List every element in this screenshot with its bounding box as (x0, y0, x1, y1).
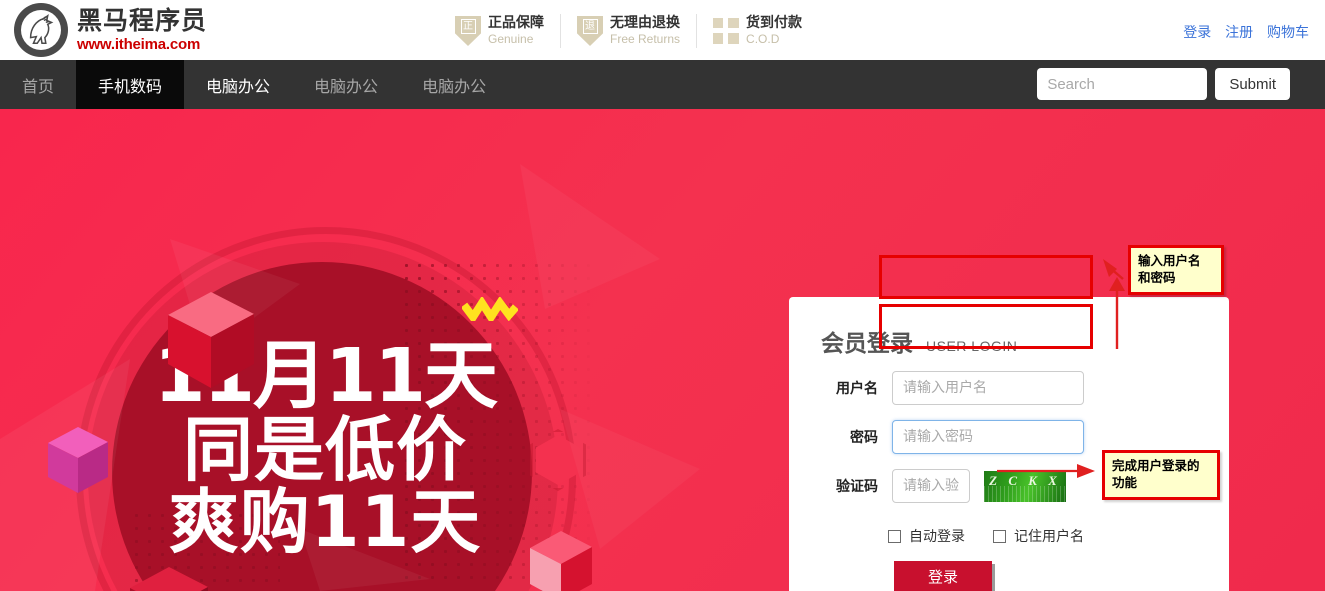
login-title-en: USER LOGIN (926, 338, 1018, 354)
remember-username-checkbox[interactable]: 记住用户名 (993, 526, 1084, 546)
nav-item-computer-office-3[interactable]: 电脑办公 (400, 60, 508, 109)
auto-login-label: 自动登录 (909, 529, 965, 545)
captcha-input[interactable] (892, 469, 970, 503)
shield-returns-icon: 退 (577, 16, 603, 46)
password-label: 密码 (850, 430, 878, 446)
service-badges: 正 正品保障 Genuine 退 无理由退换 Free Returns 货到付款… (455, 14, 834, 48)
brand-url: www.itheima.com (77, 36, 201, 53)
nav-item-computer-office-1[interactable]: 电脑办公 (184, 60, 292, 109)
banner-line-3: 爽购11天 (168, 480, 482, 563)
site-logo[interactable]: 黑马程序员 www.itheima.com (14, 3, 207, 57)
annotation-login-line-1: 完成用户登录的 (1112, 458, 1200, 473)
auto-login-checkbox-box[interactable] (888, 529, 901, 543)
search-input[interactable] (1037, 68, 1208, 100)
banner-line-2: 同是低价 (183, 408, 467, 491)
annotation-box-credentials: 输入用户名 和密码 (1128, 245, 1224, 295)
login-link[interactable]: 登录 (1183, 25, 1211, 41)
annotation-credentials-line-2: 和密码 (1138, 269, 1176, 285)
search-submit-button[interactable]: Submit (1215, 68, 1290, 100)
shield-returns-glyph: 退 (582, 19, 598, 34)
captcha-noise-lines (984, 485, 1066, 502)
password-row: 密码 (816, 420, 1084, 454)
nav-item-computer-office-2[interactable]: 电脑办公 (292, 60, 400, 109)
annotation-credentials-line-1: 输入用户名 (1138, 253, 1201, 268)
username-row: 用户名 (816, 371, 1084, 405)
captcha-row: 验证码 Z C K X (816, 469, 1066, 503)
remember-username-checkbox-box[interactable] (993, 529, 1006, 543)
cart-link[interactable]: 购物车 (1267, 25, 1309, 41)
login-panel: 会员登录 USER LOGIN 用户名 密码 验证码 Z C K X 自动登录 (789, 297, 1229, 591)
giftbox-cod-icon (713, 16, 740, 46)
brand-name: 黑马程序员 (77, 6, 208, 35)
cube-decoration-pink-bottom (530, 531, 592, 591)
annotation-login-line-2: 功能 (1112, 474, 1138, 490)
badge-cod-sublabel: C.O.D (746, 32, 780, 47)
badge-free-returns: 退 无理由退换 Free Returns (577, 14, 698, 48)
site-header: 黑马程序员 www.itheima.com 正 正品保障 Genuine 退 无… (0, 0, 1325, 60)
annotation-rect-username (879, 255, 1093, 299)
badge-genuine: 正 正品保障 Genuine (455, 14, 561, 48)
username-label: 用户名 (836, 381, 878, 397)
badge-cod-label: 货到付款 (746, 15, 803, 32)
header-links: 登录 注册 购物车 (1183, 22, 1309, 42)
main-nav: 首页 手机数码 电脑办公 电脑办公 电脑办公 Submit (0, 60, 1325, 109)
remember-username-label: 记住用户名 (1014, 529, 1084, 545)
login-panel-title: 会员登录 USER LOGIN (821, 324, 1017, 358)
captcha-image[interactable]: Z C K X (984, 470, 1066, 502)
cube-decoration-magenta (48, 427, 108, 493)
shield-genuine-icon: 正 (455, 16, 481, 46)
badge-cod: 货到付款 C.O.D (713, 14, 818, 48)
captcha-label: 验证码 (836, 479, 878, 495)
shield-genuine-glyph: 正 (460, 19, 476, 34)
badge-returns-sublabel: Free Returns (610, 32, 681, 47)
username-input[interactable] (892, 371, 1084, 405)
login-title-cn: 会员登录 (821, 331, 913, 357)
search-area: Submit (1037, 68, 1290, 100)
register-link[interactable]: 注册 (1225, 25, 1253, 41)
nav-item-home[interactable]: 首页 (0, 60, 76, 109)
nav-item-mobile-digital[interactable]: 手机数码 (76, 60, 185, 109)
annotation-box-login-function: 完成用户登录的 功能 (1102, 450, 1220, 500)
login-submit-button[interactable]: 登录 (894, 561, 992, 591)
horse-glyph-icon (29, 13, 54, 45)
zigzag-decoration-yellow (462, 297, 518, 321)
badge-returns-label: 无理由退换 (610, 15, 680, 32)
cube-decoration-bottom-left (130, 567, 208, 591)
promo-banner: 11月11天 同是低价 爽购11天 会员登录 USER LOGIN 用户名 请输… (0, 109, 1325, 591)
password-input[interactable] (892, 420, 1084, 454)
login-options: 自动登录 记住用户名 (888, 526, 1112, 546)
auto-login-checkbox[interactable]: 自动登录 (888, 526, 965, 546)
horse-logo-icon (14, 3, 68, 57)
badge-genuine-label: 正品保障 (488, 15, 544, 32)
cube-decoration-top-left (168, 292, 254, 388)
badge-genuine-sublabel: Genuine (488, 32, 534, 47)
